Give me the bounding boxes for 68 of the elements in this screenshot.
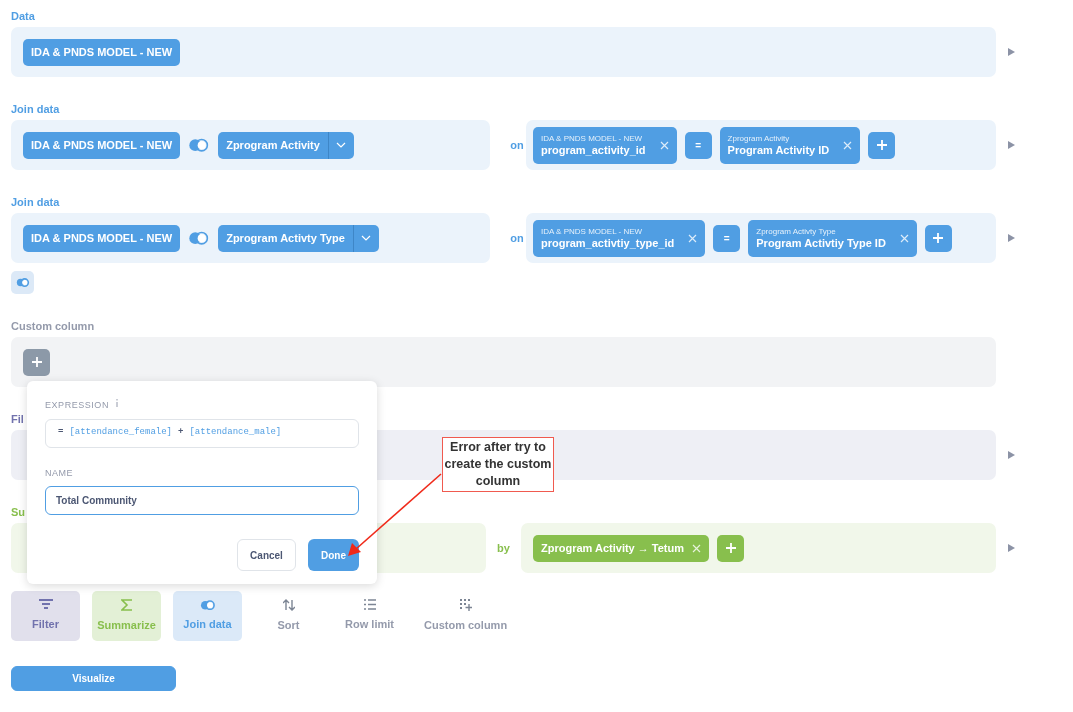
expand-arrow-icon[interactable] [1008,234,1015,242]
close-icon[interactable] [692,543,702,553]
step-label: Su [11,505,26,520]
close-icon[interactable] [843,140,853,150]
expand-arrow-icon[interactable] [1008,451,1015,459]
action-button[interactable]: Row limit [335,591,404,641]
action-button[interactable]: Filter [11,591,80,641]
chevron-down-icon [336,142,347,148]
join-icon [188,231,211,245]
join-icon [199,599,216,610]
grid-plus-icon [459,598,472,611]
info-icon [114,399,119,407]
field-label: NAME [45,466,74,480]
annotation-callout: Error after try to create the custom column [442,437,554,492]
close-icon[interactable] [688,233,698,243]
join-field-token[interactable]: IDA & PNDS MODEL - NEW program_activity_id [533,126,677,164]
done-button[interactable]: Done [308,539,359,571]
step-label: Custom column [11,319,95,334]
close-icon[interactable] [899,233,909,243]
table-button[interactable]: IDA & PNDS MODEL - NEW [23,131,181,159]
expression-field[interactable]: = [attendance_female] + [attendance_male] [45,418,359,448]
breakout-token[interactable]: Zprogram Activity → Tetum [533,534,710,562]
join-keyword: on [509,137,525,153]
field-label: EXPRESSION [45,399,109,412]
group-by-keyword: by [496,540,511,556]
action-button[interactable]: Sort [254,591,323,641]
join-icon [15,278,30,287]
dropdown-toggle-button[interactable] [327,131,354,159]
table-button[interactable]: Zprogram Activity [218,131,328,159]
expand-arrow-icon[interactable] [1008,544,1015,552]
dropdown-toggle-button[interactable] [352,224,379,252]
join-button[interactable] [11,271,34,294]
join-field-token[interactable]: IDA & PNDS MODEL - NEW program_activtiy_type_id [533,219,706,257]
action-button[interactable]: Custom column [416,591,516,641]
join-keyword: on [509,230,525,246]
table-button[interactable]: Zprogram Activty Type [218,224,353,252]
step-label: Join data [11,195,60,210]
step-label: Fil [11,412,24,427]
visualize-button[interactable]: Visualize [11,666,176,691]
name-field[interactable]: Total Community [45,486,359,515]
expand-arrow-icon[interactable] [1008,48,1015,56]
join-icon [188,138,211,152]
add-breakout-button[interactable] [717,534,745,562]
step-label: Join data [11,102,60,117]
plus-icon [933,232,944,244]
table-button[interactable]: IDA & PNDS MODEL - NEW [23,38,181,66]
cancel-button[interactable]: Cancel [237,539,296,571]
operator-button[interactable]: = [713,224,741,252]
add-condition-button[interactable] [868,131,896,159]
step-label: Data [11,9,35,24]
sigma-icon [120,598,133,611]
plus-icon [876,139,887,151]
sort-icon [282,598,295,611]
action-button[interactable]: Join data [173,591,242,641]
add-condition-button[interactable] [924,224,952,252]
chevron-down-icon [361,235,372,241]
operator-button[interactable]: = [684,131,712,159]
filter-icon [38,599,53,611]
join-field-token[interactable]: Zprogram Activty Type Program Activtiy Type ID [748,219,917,257]
join-field-token[interactable]: Zprogram Activity Program Activity ID [719,126,861,164]
plus-icon [725,542,736,554]
expand-arrow-icon[interactable] [1008,141,1015,149]
action-button[interactable]: Summarize [92,591,161,641]
plus-icon [31,356,42,368]
list-icon [363,599,376,611]
add-button[interactable] [23,348,50,376]
table-button[interactable]: IDA & PNDS MODEL - NEW [23,224,181,252]
close-icon[interactable] [659,140,669,150]
